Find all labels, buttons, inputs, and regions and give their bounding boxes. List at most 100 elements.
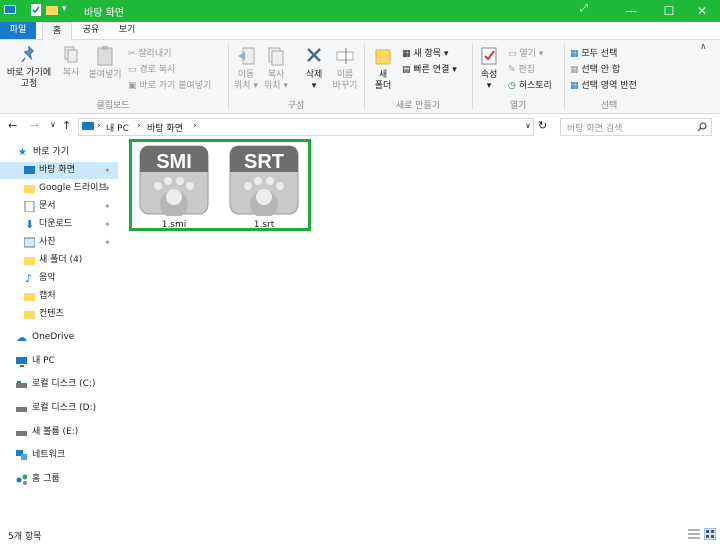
copy-label: 복사: [62, 68, 80, 78]
delete-x-icon: [307, 48, 321, 62]
rename-icon: [336, 48, 354, 64]
nav-homegroup[interactable]: 홈 그룹: [0, 471, 118, 488]
nav-item-downloads[interactable]: ⬇ 다운로드 ✦: [0, 216, 118, 233]
properties-qa-icon[interactable]: [30, 4, 42, 16]
copy-to-button[interactable]: 복사 위치 ▾: [262, 46, 290, 92]
delete-label: 삭제 ▾: [305, 70, 323, 91]
tab-share[interactable]: 공유: [76, 22, 106, 39]
drive-icon: [16, 381, 27, 388]
select-group-label: 선택: [600, 101, 618, 111]
search-input[interactable]: 바탕 화면 검색: [560, 118, 712, 136]
ribbon-separator: [472, 44, 473, 110]
address-bar: ← → ∨ ↑ › 내 PC › 바탕 화면 › ∨ ↻ 바탕 화면 검색: [0, 114, 720, 138]
homegroup-icon: [16, 474, 27, 485]
nav-drive-d[interactable]: 로컬 디스크 (D:): [0, 400, 118, 417]
pin-quick-access-button[interactable]: 바로 가기에 고정: [4, 45, 54, 90]
up-button[interactable]: ↑: [62, 119, 71, 132]
copy-to-icon: [268, 47, 284, 66]
file-item-srt[interactable]: SRT 1.srt: [225, 144, 303, 230]
breadcrumb-this-pc[interactable]: 내 PC: [106, 121, 129, 134]
breadcrumb-desktop[interactable]: 바탕 화면: [147, 121, 183, 134]
ribbon: 바로 가기에 고정 복사 붙여넣기 ✂ 잘라내기 ▭ 경로 복사 ▣ 바로 가기…: [0, 40, 720, 114]
clipboard-group-label: 클립보드: [96, 101, 130, 111]
nav-this-pc[interactable]: 내 PC: [0, 353, 118, 370]
smi-file-icon: SMI: [139, 145, 209, 218]
paste-label: 붙여넣기: [88, 70, 122, 80]
recent-locations-button[interactable]: ∨: [50, 120, 56, 129]
file-item-smi[interactable]: SMI 1.smi: [135, 144, 213, 230]
nav-drive-e[interactable]: 새 볼륨 (E:): [0, 424, 118, 441]
nav-item-new-folder-4[interactable]: 새 폴더 (4): [0, 252, 118, 269]
this-pc-icon: [82, 122, 94, 130]
nav-item-desktop[interactable]: 바탕 화면 ✦: [0, 162, 118, 179]
rename-label: 이름 바꾸기: [332, 70, 358, 91]
invert-selection-icon: ▦: [570, 81, 582, 91]
edit-button[interactable]: ✎ 편집: [508, 62, 535, 75]
invert-selection-button[interactable]: ▦ 선택 영역 반전: [570, 78, 637, 91]
pin-icon: ✦: [104, 238, 111, 247]
pin-label: 바로 가기에 고정: [6, 68, 52, 89]
pictures-icon: [24, 237, 35, 248]
nav-item-pictures[interactable]: 사진 ✦: [0, 234, 118, 251]
history-icon: ◷: [508, 81, 519, 91]
copy-path-button[interactable]: ▭ 경로 복사: [128, 62, 175, 75]
new-folder-label: 새 폴더: [374, 70, 392, 91]
status-bar: 5개 항목: [0, 524, 720, 544]
file-list[interactable]: SMI 1.smi SRT 1.srt: [119, 139, 720, 521]
properties-button[interactable]: 속성 ▾: [476, 46, 502, 92]
select-all-button[interactable]: ▦ 모두 선택: [570, 46, 617, 59]
customize-qa-icon[interactable]: ▾: [62, 4, 74, 16]
scissors-icon: ✂: [128, 49, 139, 59]
nav-item-music[interactable]: ♪ 음악: [0, 270, 118, 287]
breadcrumb-separator: ›: [137, 121, 141, 131]
move-to-button[interactable]: 이동 위치 ▾: [232, 46, 260, 92]
easy-access-button[interactable]: ▤ 빠른 연결 ▾: [402, 62, 457, 75]
address-dropdown-button[interactable]: ∨: [525, 121, 531, 130]
nav-network[interactable]: 네트워크: [0, 447, 118, 464]
cut-button[interactable]: ✂ 잘라내기: [128, 46, 172, 59]
nav-item-google-drive[interactable]: Google 드라이브 ✦: [0, 180, 118, 197]
paste-shortcut-button[interactable]: ▣ 바로 가기 붙여넣기: [128, 78, 211, 91]
close-button[interactable]: ✕: [684, 0, 720, 22]
open-button[interactable]: ▭ 열기 ▾: [508, 46, 543, 59]
restore-size-icon[interactable]: ⤢: [580, 3, 588, 14]
ribbon-collapse-icon[interactable]: ∧: [700, 42, 707, 52]
delete-button[interactable]: 삭제 ▾: [300, 46, 328, 92]
back-button[interactable]: ←: [8, 119, 17, 132]
rename-button[interactable]: 이름 바꾸기: [330, 46, 360, 92]
properties-label: 속성 ▾: [480, 70, 498, 91]
nav-drive-c[interactable]: 로컬 디스크 (C:): [0, 376, 118, 393]
nav-item-contents[interactable]: 컨텐츠: [0, 306, 118, 323]
address-field[interactable]: › 내 PC › 바탕 화면 › ∨: [78, 118, 534, 136]
folder-icon: [24, 257, 35, 265]
properties-icon: [481, 47, 497, 65]
explorer-icon[interactable]: [4, 4, 16, 16]
new-folder-qa-icon[interactable]: [46, 4, 58, 16]
nav-item-documents[interactable]: 문서 ✦: [0, 198, 118, 215]
tab-view[interactable]: 보기: [112, 22, 142, 39]
refresh-button[interactable]: ↻: [538, 119, 547, 132]
cloud-icon: ☁: [16, 331, 27, 344]
smi-ext-text: SMI: [156, 151, 192, 173]
nav-onedrive[interactable]: ☁ OneDrive: [0, 329, 118, 346]
copy-button[interactable]: 복사: [58, 46, 84, 79]
new-folder-button[interactable]: 새 폴더: [370, 46, 396, 92]
history-button[interactable]: ◷ 히스토리: [508, 78, 552, 91]
breadcrumb-separator: ›: [193, 121, 197, 131]
select-none-button[interactable]: ▦ 선택 안 함: [570, 62, 620, 75]
large-icons-view-icon[interactable]: [704, 528, 716, 540]
pin-icon: [21, 45, 35, 63]
tab-home[interactable]: 홈: [42, 22, 72, 40]
move-to-label: 이동 위치 ▾: [234, 70, 258, 91]
window-title: 바탕 화면: [84, 8, 124, 19]
paste-button[interactable]: 붙여넣기: [86, 46, 124, 81]
details-view-icon[interactable]: [688, 529, 700, 539]
forward-button[interactable]: →: [30, 119, 39, 132]
nav-item-capture[interactable]: 캡처: [0, 288, 118, 305]
nav-quick-access[interactable]: ★ 바로 가기: [0, 144, 118, 161]
tab-file[interactable]: 파일: [0, 22, 36, 39]
download-arrow-icon: ⬇: [25, 218, 35, 231]
copy-icon: [64, 46, 78, 63]
organize-group-label: 구성: [287, 101, 305, 111]
new-item-button[interactable]: ▦ 새 항목 ▾: [402, 46, 448, 59]
